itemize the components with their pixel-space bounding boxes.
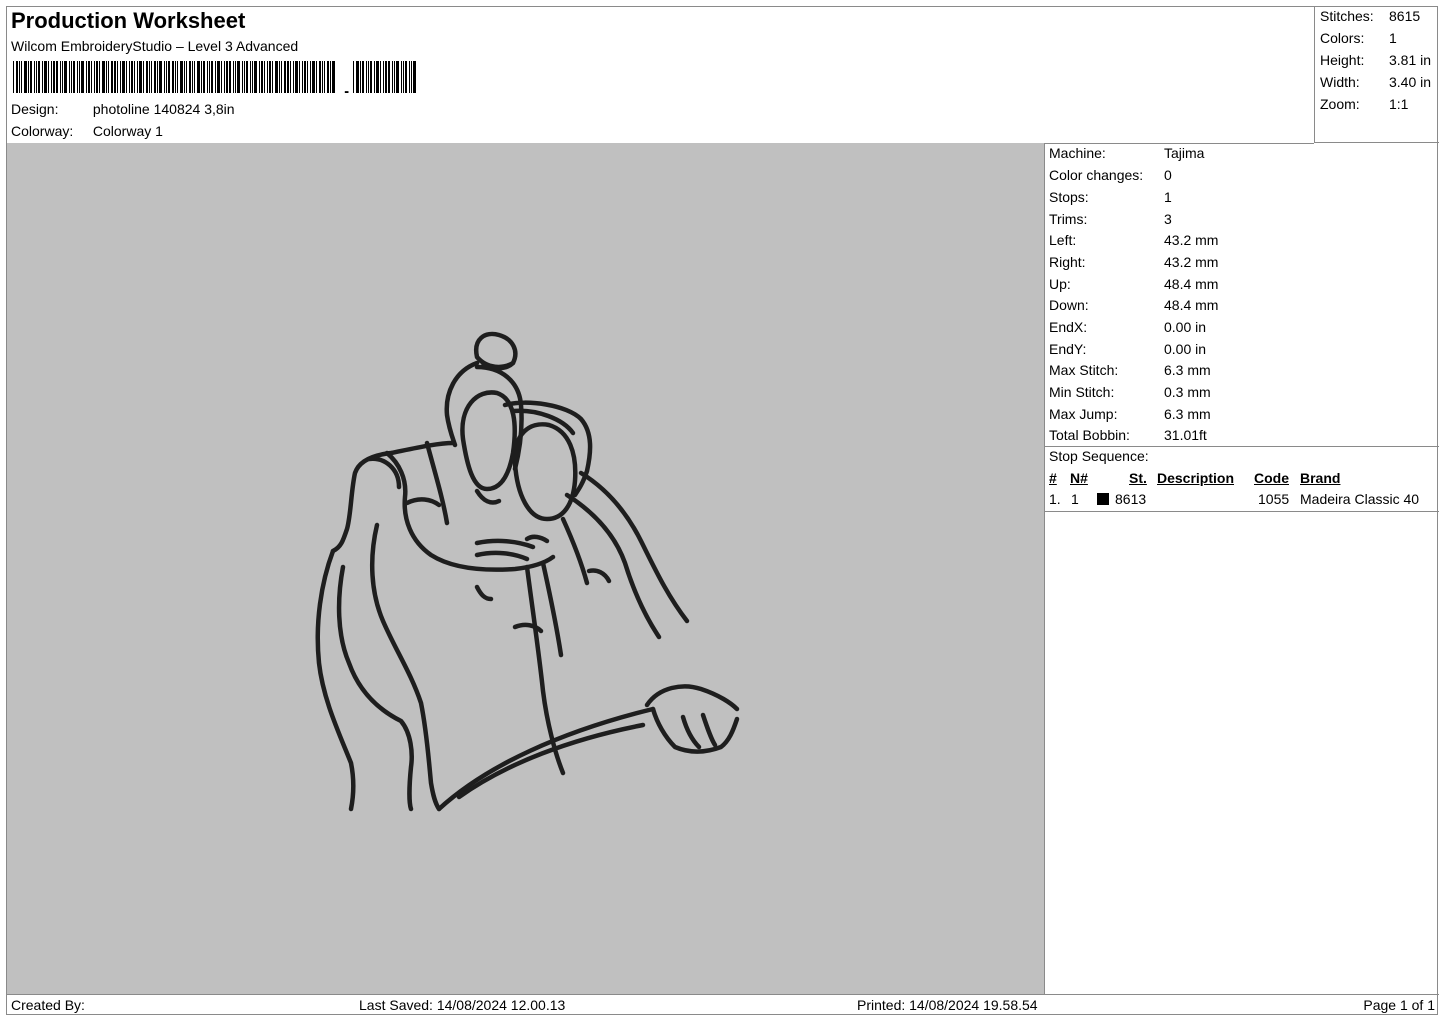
worksheet-header: Production Worksheet Wilcom EmbroiderySt…	[7, 7, 1314, 144]
down-row: Down: 48.4 mm	[1049, 297, 1219, 313]
colorway-row: Colorway: Colorway 1	[11, 123, 163, 139]
machine-info-panel: Machine: Tajima Color changes: 0 Stops: 1 T…	[1045, 143, 1439, 994]
min-stitch-row: Min Stitch: 0.3 mm	[1049, 384, 1211, 400]
col-header-code: Code	[1254, 470, 1289, 486]
endy-row: EndY: 0.00 in	[1049, 341, 1207, 357]
stat-stitches: Stitches: 8615	[1320, 8, 1421, 24]
stat-colors: Colors: 1	[1320, 30, 1397, 46]
up-row: Up: 48.4 mm	[1049, 276, 1219, 292]
col-header-brand: Brand	[1300, 470, 1341, 486]
design-preview	[7, 143, 1045, 994]
design-value: photoline 140824 3,8in	[92, 101, 235, 117]
col-header-description: Description	[1157, 470, 1235, 486]
colorway-label: Colorway:	[11, 123, 74, 139]
divider	[1045, 446, 1439, 447]
trims-row: Trims: 3	[1049, 211, 1172, 227]
page-number: Page 1 of 1	[1363, 997, 1435, 1013]
stat-height: Height: 3.81 in	[1320, 52, 1432, 68]
thread-color-swatch	[1097, 493, 1109, 505]
color-changes-row: Color changes: 0	[1049, 167, 1172, 183]
row-brand: Madeira Classic 40	[1300, 491, 1420, 507]
row-st: 8613	[1115, 491, 1147, 507]
stat-zoom: Zoom: 1:1	[1320, 96, 1409, 112]
svg-text:,: ,	[343, 71, 350, 93]
endx-row: EndX: 0.00 in	[1049, 319, 1207, 335]
stops-row: Stops: 1	[1049, 189, 1172, 205]
left-row: Left: 43.2 mm	[1049, 232, 1219, 248]
barcode-image: ,	[13, 61, 416, 93]
stat-width: Width: 3.40 in	[1320, 74, 1432, 90]
row-code: 1055	[1258, 491, 1290, 507]
embroidery-outline-image	[315, 331, 740, 812]
stop-sequence-title: Stop Sequence:	[1049, 448, 1149, 464]
max-stitch-row: Max Stitch: 6.3 mm	[1049, 362, 1211, 378]
design-row: Design: photoline 140824 3,8in	[11, 101, 235, 117]
page-title: Production Worksheet	[11, 8, 246, 33]
worksheet-page: Production Worksheet Wilcom EmbroiderySt…	[6, 6, 1439, 1015]
design-label: Design:	[11, 101, 59, 117]
machine-row: Machine: Tajima	[1049, 145, 1205, 161]
worksheet-footer: Created By: Last Saved: 14/08/2024 12.00…	[7, 994, 1439, 1015]
col-header-n: N#	[1070, 470, 1088, 486]
colorway-value: Colorway 1	[92, 123, 163, 139]
col-header-st: St.	[1129, 470, 1147, 486]
created-by: Created By:	[11, 997, 85, 1013]
design-stats: Stitches: 8615 Colors: 1 Height: 3.81 in Wi…	[1314, 7, 1439, 143]
max-jump-row: Max Jump: 6.3 mm	[1049, 406, 1211, 422]
last-saved: Last Saved: 14/08/2024 12.00.13	[359, 997, 566, 1013]
row-n: 1	[1071, 491, 1079, 507]
total-bobbin-row: Total Bobbin: 31.01ft	[1049, 427, 1207, 443]
col-header-num: #	[1049, 470, 1057, 486]
right-row: Right: 43.2 mm	[1049, 254, 1219, 270]
row-num: 1.	[1049, 491, 1061, 507]
printed-date: Printed: 14/08/2024 19.58.54	[857, 997, 1038, 1013]
divider	[1045, 511, 1439, 512]
software-name: Wilcom EmbroideryStudio – Level 3 Advanc…	[11, 38, 299, 54]
